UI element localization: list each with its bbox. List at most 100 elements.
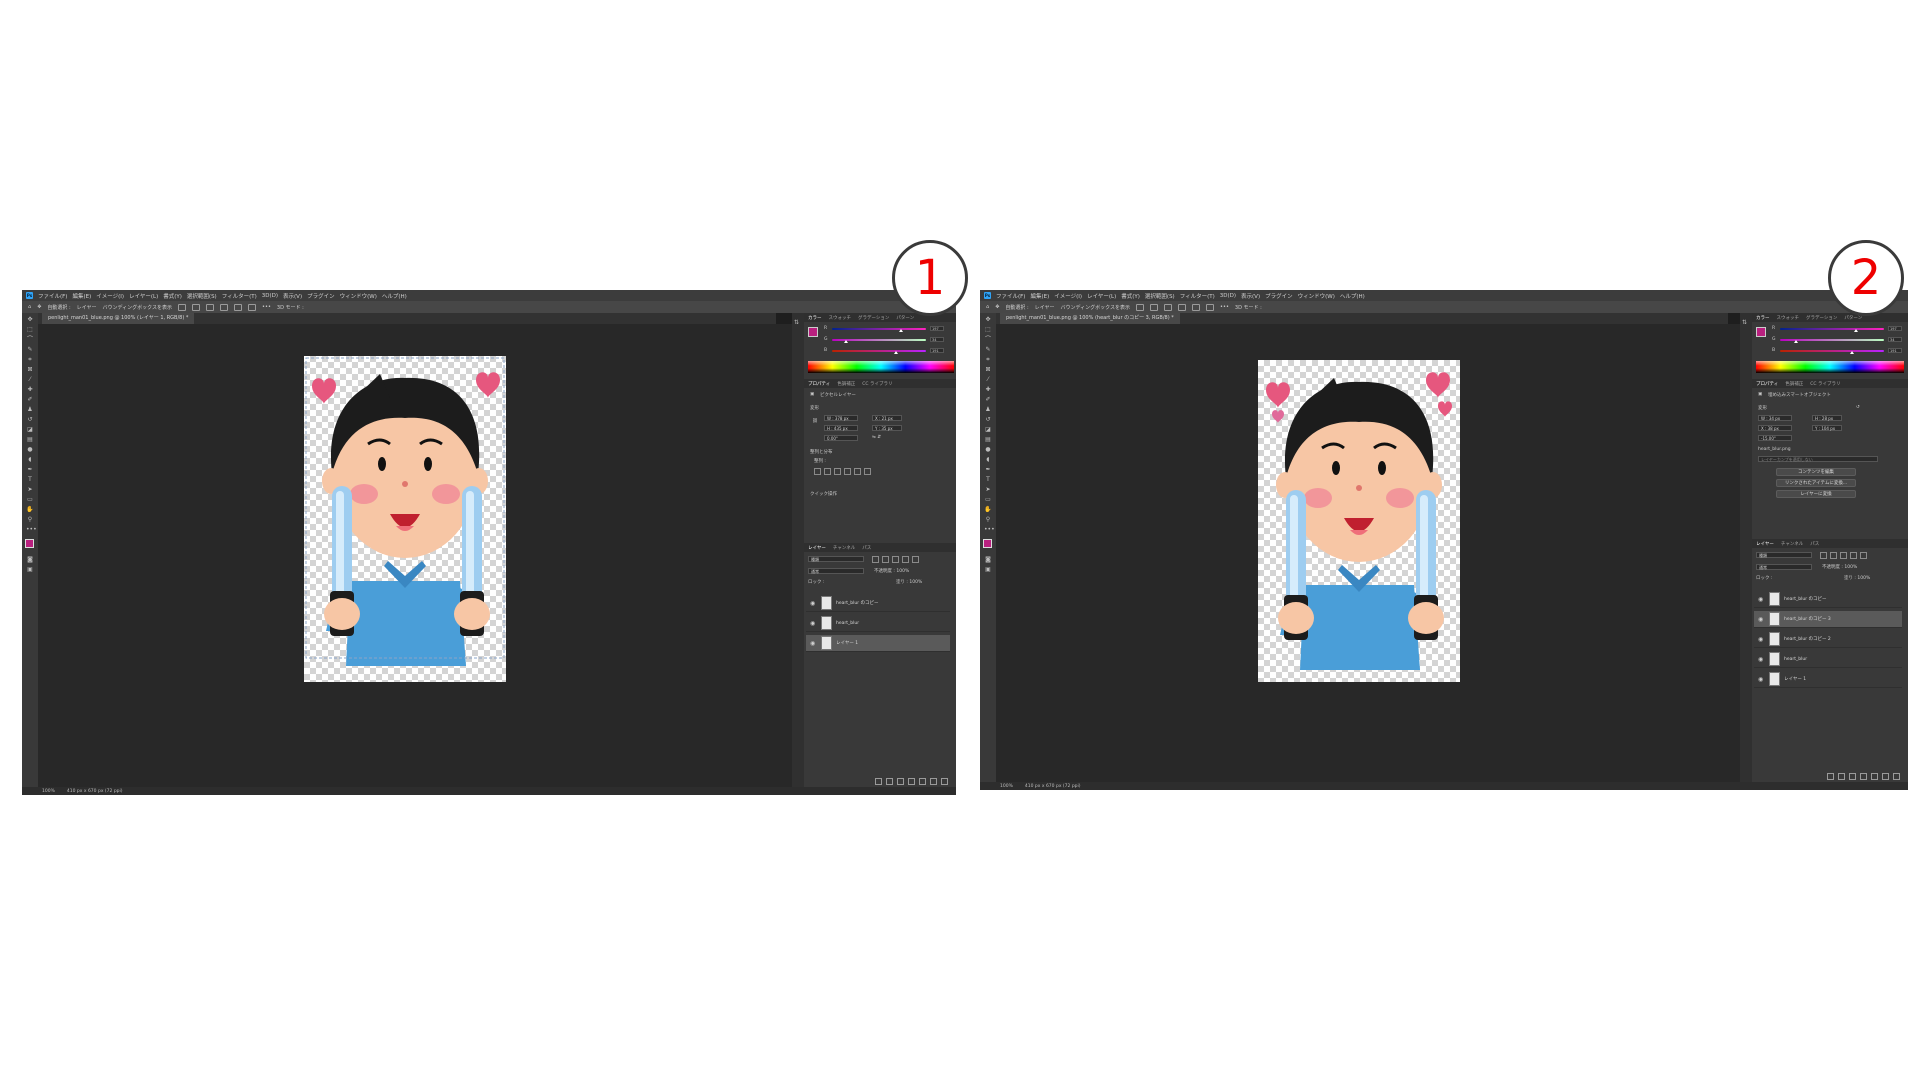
color-spectrum[interactable] bbox=[1756, 361, 1904, 373]
quick-select-tool-icon[interactable]: ✎ bbox=[984, 347, 992, 353]
delete-layer-icon[interactable] bbox=[1893, 773, 1900, 780]
blend-mode-select[interactable]: 通常 bbox=[808, 568, 864, 574]
quick-actions-title[interactable]: クイック操作 bbox=[810, 491, 837, 497]
link-layers-icon[interactable] bbox=[1827, 773, 1834, 780]
convert-to-layers-button[interactable]: レイヤーに変換 bbox=[1776, 490, 1856, 498]
visibility-eye-icon[interactable]: ◉ bbox=[1758, 656, 1765, 663]
tab-layers[interactable]: レイヤー bbox=[1756, 541, 1774, 547]
move-tool-icon[interactable]: ✥ bbox=[984, 317, 992, 323]
menu-edit[interactable]: 編集(E) bbox=[1030, 292, 1049, 300]
tab-adjustments[interactable]: 色調補正 bbox=[1785, 381, 1803, 387]
align-center-icon[interactable] bbox=[192, 303, 201, 311]
eyedropper-tool-icon[interactable]: ⁄ bbox=[984, 377, 992, 383]
tab-cc-libraries[interactable]: CC ライブラリ bbox=[1810, 381, 1840, 387]
menu-filter[interactable]: フィルター(T) bbox=[222, 292, 257, 300]
tab-gradients[interactable]: グラデーション bbox=[858, 315, 889, 321]
b-slider[interactable] bbox=[1780, 350, 1884, 352]
r-slider[interactable] bbox=[1780, 328, 1884, 330]
add-mask-icon[interactable] bbox=[1849, 773, 1856, 780]
tab-paths[interactable]: パス bbox=[862, 545, 871, 551]
document-tab[interactable]: penlight_man01_blue.png @ 100% (レイヤー 1, … bbox=[42, 313, 195, 324]
opacity-field[interactable]: 不透明度 : 100% bbox=[1822, 564, 1857, 570]
foreground-color-swatch[interactable] bbox=[25, 539, 34, 548]
layer-comp-select[interactable]: レイヤーカンプを適用しない bbox=[1758, 456, 1878, 462]
fx-icon[interactable] bbox=[886, 778, 893, 785]
pen-tool-icon[interactable]: ✒ bbox=[26, 467, 34, 473]
more-options-icon[interactable]: ••• bbox=[1220, 304, 1229, 310]
lasso-tool-icon[interactable]: ⌒ bbox=[984, 337, 992, 343]
filter-smart-icon[interactable] bbox=[912, 556, 919, 563]
reset-transform-icon[interactable]: ↺ bbox=[1856, 405, 1860, 410]
eraser-tool-icon[interactable]: ◪ bbox=[26, 427, 34, 433]
autoselect-target-select[interactable]: レイヤー bbox=[77, 304, 97, 311]
filter-adjust-icon[interactable] bbox=[882, 556, 889, 563]
more-tools-icon[interactable]: ••• bbox=[26, 527, 37, 533]
align-middle-icon[interactable] bbox=[234, 303, 243, 311]
brush-tool-icon[interactable]: ✐ bbox=[984, 397, 992, 403]
add-mask-icon[interactable] bbox=[897, 778, 904, 785]
filter-shape-icon[interactable] bbox=[1850, 552, 1857, 559]
menu-help[interactable]: ヘルプ(H) bbox=[382, 292, 407, 300]
fx-icon[interactable] bbox=[1838, 773, 1845, 780]
eraser-tool-icon[interactable]: ◪ bbox=[984, 427, 992, 433]
menu-window[interactable]: ウィンドウ(W) bbox=[340, 292, 377, 300]
tab-cc-libraries[interactable]: CC ライブラリ bbox=[862, 381, 892, 387]
layer-row[interactable]: ◉ heart_blur bbox=[1754, 651, 1902, 668]
tab-patterns[interactable]: パターン bbox=[896, 315, 914, 321]
new-group-icon[interactable] bbox=[919, 778, 926, 785]
edit-contents-button[interactable]: コンテンツを編集 bbox=[1776, 468, 1856, 476]
menu-plugins[interactable]: プラグイン bbox=[1265, 292, 1293, 300]
height-field[interactable]: H : 28 px bbox=[1812, 415, 1842, 421]
b-value[interactable]: 191 bbox=[930, 348, 944, 353]
gradient-tool-icon[interactable]: ▤ bbox=[984, 437, 992, 443]
hand-tool-icon[interactable]: ✋ bbox=[26, 507, 34, 513]
screen-mode-icon[interactable]: ▣ bbox=[984, 567, 992, 573]
history-icon[interactable]: ⇅ bbox=[1742, 319, 1747, 326]
align-left-icon[interactable] bbox=[178, 303, 187, 311]
more-options-icon[interactable]: ••• bbox=[262, 304, 271, 310]
path-select-tool-icon[interactable]: ➤ bbox=[26, 487, 34, 493]
type-tool-icon[interactable]: T bbox=[26, 477, 34, 483]
menu-edit[interactable]: 編集(E) bbox=[72, 292, 91, 300]
visibility-eye-icon[interactable]: ◉ bbox=[1758, 636, 1765, 643]
clone-stamp-tool-icon[interactable]: ♟ bbox=[984, 407, 992, 413]
visibility-eye-icon[interactable]: ◉ bbox=[810, 640, 817, 647]
visibility-eye-icon[interactable]: ◉ bbox=[810, 600, 817, 607]
fill-field[interactable]: 塗り : 100% bbox=[896, 579, 922, 585]
tab-color[interactable]: カラー bbox=[1756, 315, 1770, 321]
r-value[interactable]: 197 bbox=[1888, 326, 1902, 331]
document-canvas[interactable] bbox=[1258, 360, 1460, 682]
menu-help[interactable]: ヘルプ(H) bbox=[1340, 292, 1365, 300]
menu-layer[interactable]: レイヤー(L) bbox=[129, 292, 158, 300]
menu-3d[interactable]: 3D(D) bbox=[262, 293, 278, 299]
align-bottom-icon[interactable] bbox=[1206, 303, 1215, 311]
home-icon[interactable]: ⌂ bbox=[28, 304, 31, 310]
autoselect-checkbox[interactable]: 自動選択 : bbox=[47, 304, 70, 311]
zoom-tool-icon[interactable]: ⚲ bbox=[26, 517, 34, 523]
menu-plugins[interactable]: プラグイン bbox=[307, 292, 335, 300]
y-field[interactable]: Y : 104 px bbox=[1812, 425, 1842, 431]
quick-select-tool-icon[interactable]: ✎ bbox=[26, 347, 34, 353]
history-brush-tool-icon[interactable]: ↺ bbox=[26, 417, 34, 423]
filter-adjust-icon[interactable] bbox=[1830, 552, 1837, 559]
filter-pixel-icon[interactable] bbox=[872, 556, 879, 563]
g-value[interactable]: 34 bbox=[930, 337, 944, 342]
blur-tool-icon[interactable]: ● bbox=[26, 447, 34, 453]
blur-tool-icon[interactable]: ● bbox=[984, 447, 992, 453]
align-vcenter-icon[interactable] bbox=[854, 468, 861, 475]
color-spectrum[interactable] bbox=[808, 361, 954, 373]
x-field[interactable]: X : 21 px bbox=[872, 415, 902, 421]
tab-channels[interactable]: チャンネル bbox=[833, 545, 855, 551]
layer-row[interactable]: ◉ heart_blur のコピー bbox=[1754, 591, 1902, 608]
history-brush-tool-icon[interactable]: ↺ bbox=[984, 417, 992, 423]
marquee-tool-icon[interactable]: ⬚ bbox=[984, 327, 992, 333]
bounding-box-checkbox[interactable]: バウンディングボックスを表示 bbox=[1061, 304, 1131, 311]
rectangle-tool-icon[interactable]: ▭ bbox=[26, 497, 34, 503]
align-top-icon[interactable] bbox=[844, 468, 851, 475]
align-bottom-icon[interactable] bbox=[864, 468, 871, 475]
angle-field[interactable]: -15.00° bbox=[1758, 435, 1792, 441]
b-slider[interactable] bbox=[832, 350, 926, 352]
healing-brush-tool-icon[interactable]: ✚ bbox=[26, 387, 34, 393]
filter-smart-icon[interactable] bbox=[1860, 552, 1867, 559]
tab-swatches[interactable]: スウォッチ bbox=[1777, 315, 1800, 321]
